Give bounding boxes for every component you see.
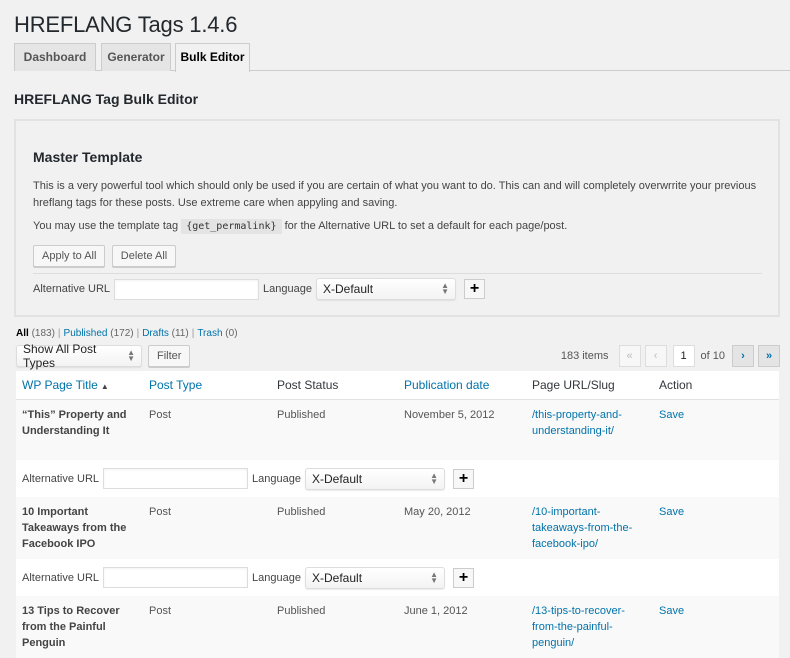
- page-url-link[interactable]: /10-important-takeaways-from-the-faceboo…: [532, 506, 632, 550]
- master-template-panel: Master Template This is a very powerful …: [14, 119, 780, 317]
- table-row: 13 Tips to Recover from the Painful Peng…: [16, 596, 779, 658]
- post-status: Published: [271, 399, 398, 460]
- items-count: 183 items: [560, 350, 609, 362]
- post-type-select[interactable]: Show All Post Types ▲ ▼: [16, 342, 142, 370]
- add-hreflang-button[interactable]: +: [453, 468, 474, 489]
- section-title: HREFLANG Tag Bulk Editor: [14, 91, 199, 107]
- language-label: Language: [252, 571, 301, 584]
- language-select[interactable]: X-Default ▲ ▼: [305, 467, 445, 490]
- page-title: HREFLANG Tags 1.4.6: [14, 12, 238, 37]
- column-publication-date[interactable]: Publication date: [398, 371, 526, 400]
- master-add-button[interactable]: +: [464, 279, 485, 299]
- pagination: 183 items « ‹ 1 of 10 › »: [561, 345, 780, 367]
- alt-url-label: Alternative URL: [33, 283, 111, 295]
- column-post-type[interactable]: Post Type: [143, 371, 271, 400]
- alt-url-input[interactable]: [103, 567, 249, 588]
- apply-to-all-button[interactable]: Apply to All: [33, 245, 106, 267]
- publication-date: November 5, 2012: [398, 399, 526, 460]
- divider: [33, 273, 762, 274]
- alt-url-row: Alternative URL Language X-Default ▲ ▼ +: [16, 460, 779, 497]
- post-type-value: Show All Post Types: [23, 342, 97, 370]
- nav-tabs: Dashboard Generator Bulk Editor: [14, 43, 790, 72]
- master-actions: Apply to All Delete All: [33, 245, 179, 267]
- prev-page-button: ‹: [644, 345, 667, 367]
- total-pages: of 10: [700, 350, 725, 362]
- publication-date: June 1, 2012: [398, 596, 526, 658]
- alt-url-input[interactable]: [103, 468, 249, 489]
- tip-prefix: You may use the template tag: [33, 220, 179, 232]
- language-value: X-Default: [323, 282, 374, 296]
- view-drafts[interactable]: Drafts (11): [142, 328, 189, 339]
- alt-url-label: Alternative URL: [22, 472, 100, 485]
- tab-bulk-editor[interactable]: Bulk Editor: [175, 43, 250, 72]
- separator: |: [136, 328, 140, 339]
- table-row: 10 Important Takeaways from the Facebook…: [16, 497, 779, 559]
- publication-date: May 20, 2012: [398, 497, 526, 559]
- view-published[interactable]: Published (172): [64, 328, 134, 339]
- table-header: WP Page Title ▲ Post Type Post Status Pub…: [16, 371, 779, 400]
- alt-url-label: Alternative URL: [22, 571, 100, 584]
- post-type: Post: [143, 596, 271, 658]
- language-value: X-Default: [312, 570, 363, 585]
- post-title: “This” Property and Understanding It: [16, 399, 143, 460]
- view-all[interactable]: All (183): [16, 328, 55, 339]
- select-arrows-icon: ▲ ▼: [430, 470, 438, 486]
- post-status-views: All (183) | Published (172) | Drafts (11) | Tr…: [16, 328, 238, 339]
- page-url-link[interactable]: /this-property-and-understanding-it/: [532, 409, 622, 437]
- table-row: “This” Property and Understanding It Pos…: [16, 399, 779, 460]
- master-language-select[interactable]: X-Default ▲ ▼: [316, 278, 456, 300]
- filter-bar: Show All Post Types ▲ ▼ Filter: [16, 342, 191, 370]
- language-label: Language: [252, 472, 301, 485]
- delete-all-button[interactable]: Delete All: [111, 245, 177, 267]
- view-trash[interactable]: Trash (0): [197, 328, 237, 339]
- page-url-link[interactable]: /13-tips-to-recover-from-the-painful-pen…: [532, 605, 625, 649]
- save-link[interactable]: Save: [659, 506, 684, 518]
- add-hreflang-button[interactable]: +: [453, 567, 474, 588]
- next-page-button[interactable]: ›: [732, 345, 754, 367]
- sort-asc-icon: ▲: [100, 381, 109, 391]
- tab-generator[interactable]: Generator: [101, 43, 171, 71]
- last-page-button[interactable]: »: [758, 345, 780, 367]
- column-title[interactable]: WP Page Title ▲: [16, 371, 143, 400]
- first-page-button: «: [618, 345, 641, 367]
- master-template-description: This is a very powerful tool which shoul…: [33, 180, 757, 209]
- select-arrows-icon: ▲ ▼: [441, 281, 449, 296]
- post-title: 10 Important Takeaways from the Facebook…: [16, 497, 143, 559]
- language-select[interactable]: X-Default ▲ ▼: [305, 566, 445, 589]
- post-status: Published: [271, 497, 398, 559]
- post-type: Post: [143, 497, 271, 559]
- alt-url-row: Alternative URL Language X-Default ▲ ▼ +: [16, 559, 779, 596]
- current-page-input[interactable]: 1: [672, 345, 695, 367]
- language-value: X-Default: [312, 471, 363, 486]
- post-status: Published: [271, 596, 398, 658]
- posts-table: WP Page Title ▲ Post Type Post Status Pub…: [16, 371, 779, 658]
- column-action: Action: [653, 371, 779, 400]
- master-template-tip: You may use the template tag {get_permal…: [33, 218, 567, 235]
- template-tag-code: {get_permalink}: [181, 219, 282, 234]
- separator: |: [191, 328, 195, 339]
- column-page-url: Page URL/Slug: [526, 371, 653, 400]
- save-link[interactable]: Save: [659, 409, 684, 421]
- tab-dashboard[interactable]: Dashboard: [14, 43, 96, 71]
- master-template-title: Master Template: [33, 149, 143, 165]
- select-arrows-icon: ▲ ▼: [430, 569, 438, 585]
- master-alt-url-input[interactable]: [114, 278, 260, 300]
- post-title: 13 Tips to Recover from the Painful Peng…: [16, 596, 143, 658]
- master-alt-url-row: Alternative URL Language X-Default ▲ ▼ +: [33, 278, 485, 300]
- select-arrows-icon: ▲ ▼: [127, 348, 135, 363]
- language-label: Language: [263, 283, 312, 295]
- separator: |: [57, 328, 61, 339]
- post-type: Post: [143, 399, 271, 460]
- save-link[interactable]: Save: [659, 605, 684, 617]
- tip-suffix: for the Alternative URL to set a default…: [284, 220, 568, 232]
- filter-button[interactable]: Filter: [148, 345, 191, 367]
- column-post-status: Post Status: [271, 371, 398, 400]
